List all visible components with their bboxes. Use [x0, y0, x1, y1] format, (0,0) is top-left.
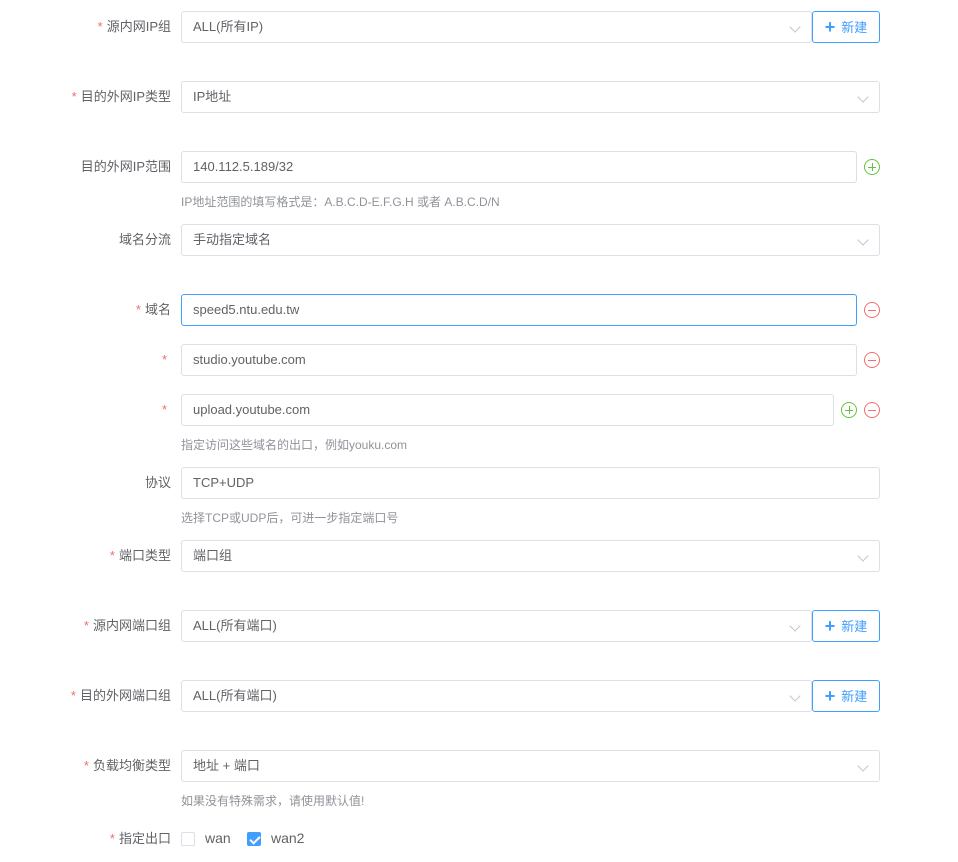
port-type-select[interactable]: 端口组: [181, 540, 880, 572]
dst-port-group-select[interactable]: ALL(所有端口): [181, 680, 812, 712]
chevron-down-icon: [857, 760, 869, 772]
field-label: * 端口类型: [109, 548, 171, 563]
exit-wan-label[interactable]: wan: [205, 830, 231, 846]
field-label: * 域名: [135, 302, 171, 317]
exit-wan-checkbox[interactable]: [181, 832, 195, 846]
field-label: 目的外网IP范围: [80, 159, 171, 174]
minus-circle-icon[interactable]: [864, 352, 880, 368]
field-label: * 指定出口: [109, 831, 171, 846]
domain-split-select[interactable]: 手动指定域名: [181, 224, 880, 256]
chevron-down-icon: [857, 91, 869, 103]
domain-input-1[interactable]: speed5.ntu.edu.tw: [181, 294, 857, 326]
field-label: * 负载均衡类型: [83, 758, 171, 773]
exit-wan2-checkbox[interactable]: [247, 832, 261, 846]
lb-type-hint: 如果没有特殊需求，请使用默认值!: [181, 794, 365, 808]
field-label: 协议: [144, 475, 171, 490]
new-src-port-group-button[interactable]: + 新建: [812, 610, 880, 642]
field-label: * 目的外网端口组: [70, 688, 171, 703]
field-label: *: [161, 352, 167, 367]
src-port-group-select[interactable]: ALL(所有端口): [181, 610, 812, 642]
chevron-down-icon: [789, 21, 801, 33]
field-label: 域名分流: [118, 232, 171, 247]
chevron-down-icon: [857, 234, 869, 246]
plus-circle-icon[interactable]: [841, 402, 857, 418]
chevron-down-icon: [789, 620, 801, 632]
dst-ip-type-select[interactable]: IP地址: [181, 81, 880, 113]
dst-ip-range-hint: IP地址范围的填写格式是：A.B.C.D-E.F.G.H 或者 A.B.C.D/…: [181, 195, 500, 209]
protocol-input[interactable]: TCP+UDP: [181, 467, 880, 499]
new-dst-port-group-button[interactable]: + 新建: [812, 680, 880, 712]
domains-hint: 指定访问这些域名的出口，例如youku.com: [181, 438, 408, 452]
chevron-down-icon: [857, 550, 869, 562]
plus-icon: +: [824, 616, 836, 636]
exit-wan2-label[interactable]: wan2: [271, 830, 304, 846]
plus-circle-icon[interactable]: [864, 159, 880, 175]
field-label: *: [161, 402, 167, 417]
dst-ip-range-input[interactable]: 140.112.5.189/32: [181, 151, 857, 183]
new-src-ip-group-button[interactable]: + 新建: [812, 11, 880, 43]
src-ip-group-select[interactable]: ALL(所有IP): [181, 11, 812, 43]
field-label: * 目的外网IP类型: [71, 89, 171, 104]
field-label: * 源内网端口组: [83, 618, 171, 633]
plus-icon: +: [824, 17, 836, 37]
domain-input-2[interactable]: studio.youtube.com: [181, 344, 857, 376]
protocol-hint: 选择TCP或UDP后，可进一步指定端口号: [181, 511, 399, 525]
minus-circle-icon[interactable]: [864, 402, 880, 418]
chevron-down-icon: [789, 690, 801, 702]
field-label: * 源内网IP组: [97, 19, 171, 34]
plus-icon: +: [824, 686, 836, 706]
lb-type-select[interactable]: 地址 + 端口: [181, 750, 880, 782]
domain-input-3[interactable]: upload.youtube.com: [181, 394, 834, 426]
minus-circle-icon[interactable]: [864, 302, 880, 318]
